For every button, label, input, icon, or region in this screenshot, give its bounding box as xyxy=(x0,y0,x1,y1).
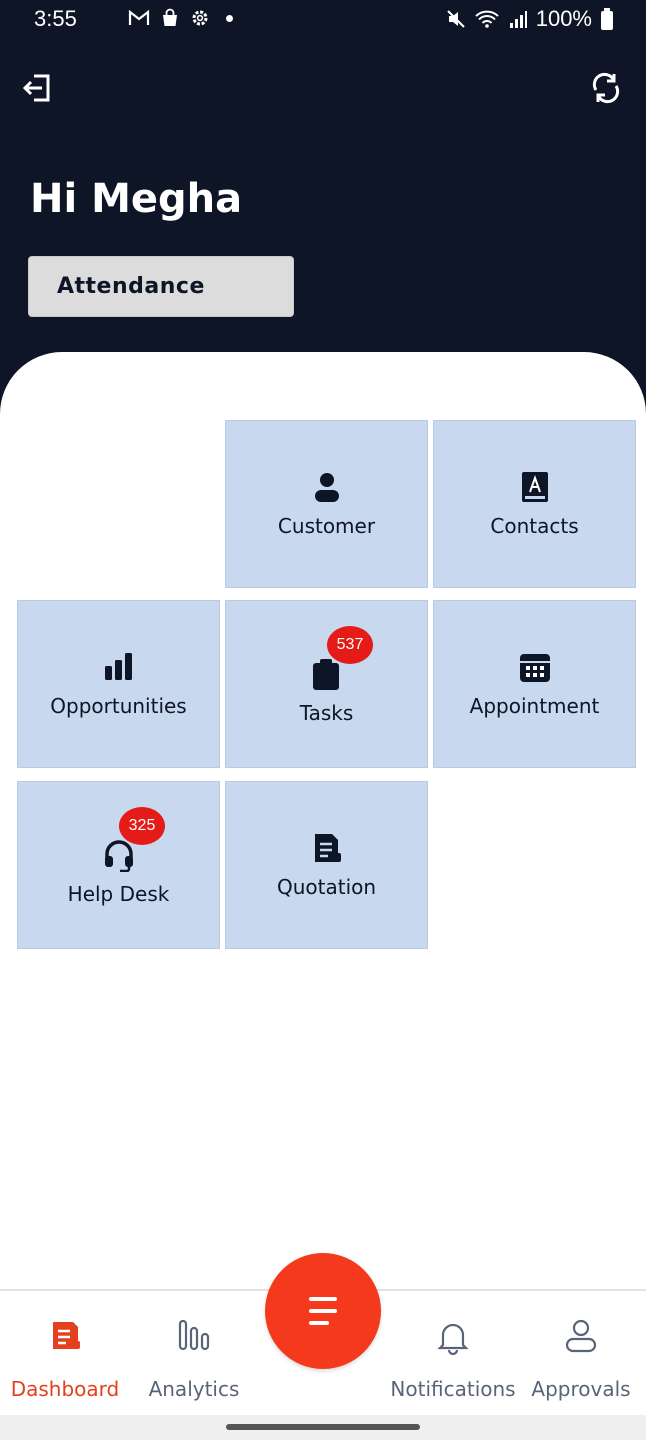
headset-icon xyxy=(104,840,133,873)
tile-help-desk[interactable]: Help Desk 325 xyxy=(17,781,220,949)
tile-contacts[interactable]: Contacts xyxy=(433,420,636,588)
help-desk-badge: 325 xyxy=(119,807,165,845)
menu-icon xyxy=(309,1297,337,1325)
greeting-title: Hi Megha xyxy=(30,176,243,222)
sync-icon xyxy=(592,72,620,104)
tile-tasks[interactable]: Tasks 537 xyxy=(225,600,428,768)
nav-notifications[interactable]: Notifications xyxy=(388,1291,518,1417)
battery-percent: 100% xyxy=(535,6,592,31)
tile-label: Opportunities xyxy=(50,694,187,718)
home-indicator[interactable] xyxy=(226,1424,420,1430)
logout-icon xyxy=(22,74,50,102)
wifi-icon xyxy=(475,10,499,28)
tile-label: Help Desk xyxy=(67,882,170,906)
tile-quotation[interactable]: Quotation xyxy=(225,781,428,949)
gmail-icon xyxy=(128,9,150,25)
battery-icon xyxy=(601,8,613,30)
mute-icon xyxy=(447,10,465,28)
attendance-button[interactable]: Attendance xyxy=(28,256,294,317)
person-icon xyxy=(314,473,339,502)
nav-label: Analytics xyxy=(148,1377,240,1401)
tile-customer[interactable]: Customer xyxy=(225,420,428,588)
dashboard-icon xyxy=(53,1322,80,1349)
nav-approvals[interactable]: Approvals xyxy=(516,1291,646,1417)
logout-button[interactable] xyxy=(20,70,56,106)
clipboard-icon xyxy=(312,659,339,690)
calendar-icon xyxy=(519,654,550,682)
document-icon xyxy=(314,834,341,862)
tile-label: Appointment xyxy=(469,694,600,718)
tasks-badge: 537 xyxy=(327,626,373,664)
analytics-icon xyxy=(178,1319,210,1351)
sync-button[interactable] xyxy=(588,70,624,106)
nav-label: Notifications xyxy=(390,1377,516,1401)
tile-opportunities[interactable]: Opportunities xyxy=(17,600,220,768)
menu-fab-button[interactable] xyxy=(265,1253,381,1369)
tile-label: Customer xyxy=(277,514,376,538)
tile-appointment[interactable]: Appointment xyxy=(433,600,636,768)
shopping-bag-icon xyxy=(163,8,177,26)
contact-book-icon xyxy=(521,472,548,502)
nav-analytics[interactable]: Analytics xyxy=(129,1291,259,1417)
nav-label: Approvals xyxy=(531,1377,631,1401)
bell-icon xyxy=(437,1323,469,1355)
user-icon xyxy=(565,1319,597,1353)
nav-label: Dashboard xyxy=(10,1377,120,1401)
notification-dot xyxy=(226,14,233,22)
nav-dashboard[interactable]: Dashboard xyxy=(0,1291,130,1417)
system-nav-bar xyxy=(0,1415,646,1440)
tile-label: Contacts xyxy=(490,514,579,538)
status-time: 3:55 xyxy=(34,6,77,31)
bar-chart-icon xyxy=(104,653,132,680)
status-bar: 3:55 100% xyxy=(0,0,646,40)
tile-label: Quotation xyxy=(276,875,377,899)
tile-label: Tasks xyxy=(299,701,354,725)
signal-icon xyxy=(509,11,527,28)
settings-icon xyxy=(192,10,208,26)
